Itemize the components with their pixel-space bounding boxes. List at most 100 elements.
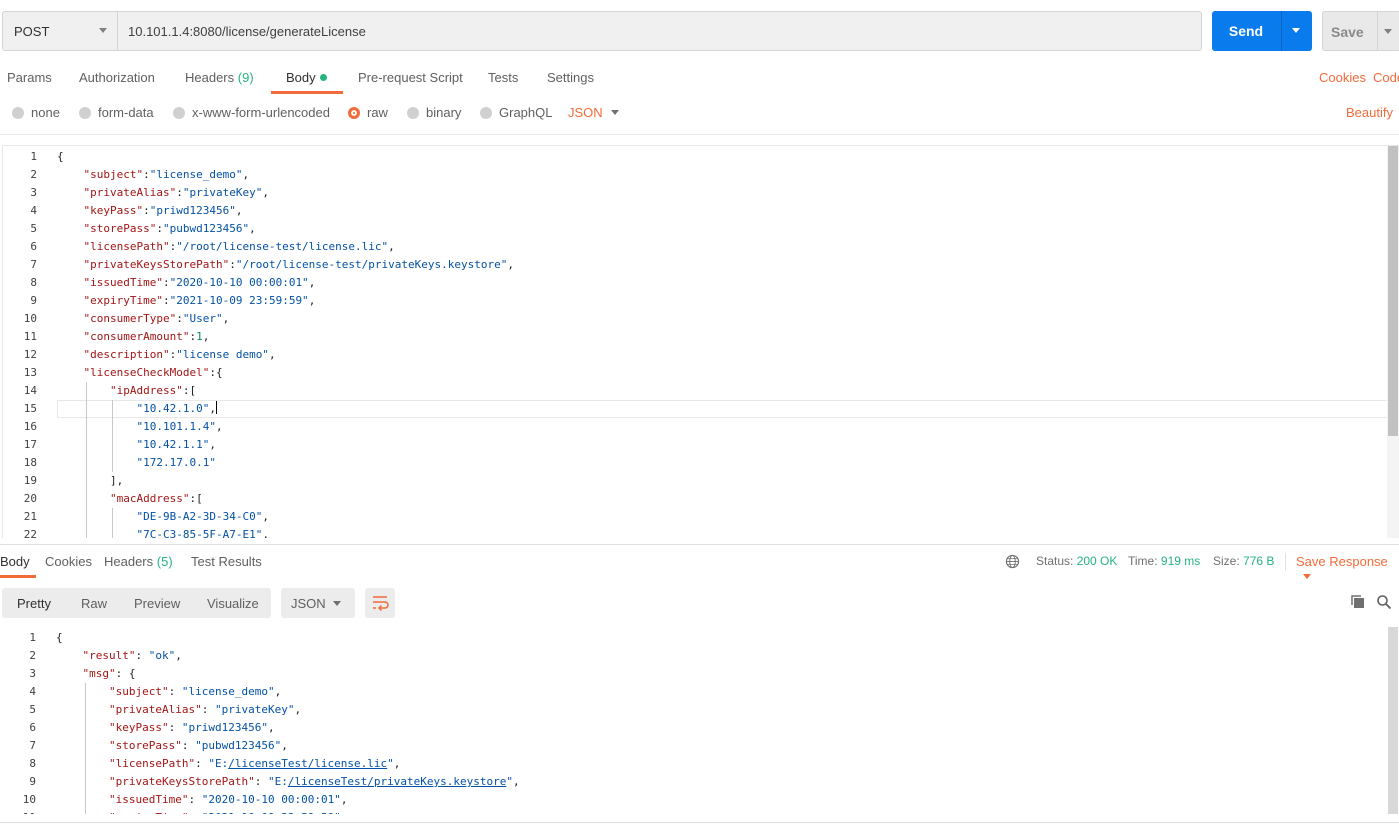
- view-visualize[interactable]: Visualize: [207, 596, 259, 611]
- response-tab-test-results[interactable]: Test Results: [191, 554, 262, 569]
- tab-headers[interactable]: Headers (9): [185, 70, 254, 85]
- code-line: 2 "subject":"license_demo",: [3, 166, 1388, 184]
- response-tab-body[interactable]: Body: [0, 554, 30, 569]
- response-tab-cookies[interactable]: Cookies: [45, 554, 92, 569]
- line-number: 10: [23, 312, 37, 325]
- indent-guide: [112, 436, 113, 454]
- copy-icon[interactable]: [1350, 594, 1366, 610]
- search-icon[interactable]: [1376, 594, 1392, 610]
- indent-guide: [85, 526, 87, 538]
- url-input[interactable]: 10.101.1.4:8080/license/generateLicense: [118, 11, 1202, 51]
- line-number: 2: [30, 168, 37, 181]
- response-format-select[interactable]: JSON: [281, 588, 355, 618]
- radio-urlencoded[interactable]: x-www-form-urlencoded: [173, 105, 330, 120]
- send-label: Send: [1228, 23, 1264, 39]
- indent-guide: [85, 454, 87, 472]
- indent-guide: [85, 490, 87, 508]
- response-view-segment: Pretty Raw Preview Visualize: [2, 588, 271, 618]
- save-options-chevron-icon[interactable]: [1384, 29, 1392, 34]
- code-line: 21 "DE-9B-A2-3D-34-C0",: [3, 508, 1388, 526]
- status-label: Status:: [1036, 554, 1074, 568]
- line-number: 19: [23, 474, 37, 487]
- radio-graphql[interactable]: GraphQL: [480, 105, 552, 120]
- line-number: 7: [29, 739, 36, 752]
- response-body-viewer[interactable]: 1{2 "result": "ok", 3 "msg": {4 "subject": "…: [2, 627, 1399, 814]
- code-line: 1{: [2, 629, 1387, 647]
- save-response-button[interactable]: Save Response: [1296, 554, 1399, 584]
- response-tabs: Body Cookies Headers (5) Test Results St…: [0, 552, 1399, 579]
- body-indicator-dot-icon: [319, 74, 327, 81]
- globe-icon[interactable]: [1005, 554, 1020, 569]
- tab-settings[interactable]: Settings: [547, 70, 594, 85]
- cookies-link[interactable]: Cookies: [1319, 70, 1366, 85]
- tab-prerequest-script[interactable]: Pre-request Script: [358, 70, 463, 85]
- code-link[interactable]: Code: [1373, 70, 1399, 85]
- indent-guide: [84, 683, 86, 701]
- code-line: 3 "privateAlias":"privateKey",: [3, 184, 1388, 202]
- save-button[interactable]: Save: [1322, 11, 1399, 51]
- code-text: "keyPass":"priwd123456",: [83, 204, 243, 217]
- line-number: 9: [29, 775, 36, 788]
- line-number: 3: [30, 186, 37, 199]
- response-editor-scrollbar[interactable]: [1387, 627, 1399, 814]
- indent-guide: [112, 526, 113, 538]
- beautify-link[interactable]: Beautify: [1346, 105, 1393, 120]
- time-readout: Time: 919 ms: [1128, 554, 1200, 568]
- radio-none[interactable]: none: [12, 105, 60, 120]
- code-text: "subject": "license_demo",: [109, 685, 282, 698]
- line-number: 10: [22, 793, 36, 806]
- code-text: "description":"license demo",: [83, 348, 276, 361]
- radio-circle-icon: [12, 107, 24, 119]
- radio-circle-icon: [173, 107, 185, 119]
- active-tab-underline: [271, 91, 343, 94]
- radio-form-data[interactable]: form-data: [79, 105, 154, 120]
- response-tab-headers[interactable]: Headers (5): [104, 554, 173, 569]
- code-text: "issuedTime":"2020-10-10 00:00:01",: [83, 276, 316, 289]
- active-tab-underline: [0, 575, 36, 578]
- save-label: Save: [1331, 24, 1364, 40]
- body-format-select[interactable]: JSON: [568, 105, 619, 120]
- pane-divider[interactable]: [0, 544, 1399, 545]
- wrap-lines-button[interactable]: [365, 588, 395, 618]
- request-editor-scrollbar[interactable]: [1387, 146, 1399, 538]
- send-button[interactable]: Send: [1212, 11, 1312, 51]
- body-format-value: JSON: [568, 105, 603, 120]
- method-select[interactable]: POST: [2, 11, 118, 51]
- view-pretty[interactable]: Pretty: [17, 596, 51, 611]
- line-number: 1: [30, 150, 37, 163]
- method-value: POST: [14, 24, 50, 39]
- tab-body[interactable]: Body: [286, 70, 327, 85]
- indent-guide: [84, 773, 86, 791]
- radio-raw[interactable]: raw: [348, 105, 388, 120]
- tab-authorization[interactable]: Authorization: [79, 70, 155, 85]
- scrollbar-thumb[interactable]: [1388, 146, 1398, 436]
- indent-guide: [112, 418, 113, 436]
- radio-binary[interactable]: binary: [407, 105, 461, 120]
- radio-none-label: none: [31, 105, 60, 120]
- line-number: 8: [30, 276, 37, 289]
- line-number: 4: [30, 204, 37, 217]
- indent-guide: [84, 701, 86, 719]
- tab-tests[interactable]: Tests: [488, 70, 518, 85]
- save-divider: [1377, 12, 1378, 50]
- send-options-chevron-icon[interactable]: [1292, 28, 1300, 33]
- indent-guide: [85, 382, 87, 400]
- view-preview[interactable]: Preview: [134, 596, 180, 611]
- code-text: "consumerType":"User",: [83, 312, 230, 325]
- code-line: 1{: [3, 148, 1388, 166]
- request-body-editor[interactable]: 1{2 "subject":"license_demo", 3 "privateAli…: [2, 145, 1399, 538]
- code-text: "ipAddress":[: [110, 384, 197, 397]
- code-text: "privateAlias": "privateKey",: [109, 703, 302, 716]
- tab-params[interactable]: Params: [7, 70, 52, 85]
- code-line: 3 "msg": {: [2, 665, 1387, 683]
- line-number: 5: [30, 222, 37, 235]
- indent-guide: [84, 809, 86, 814]
- code-line: 13 "licenseCheckModel":{: [3, 364, 1388, 382]
- code-line: 11 "expiryTime": "2021-10-09 23:59:59",: [2, 809, 1387, 814]
- code-line: 10 "consumerType":"User",: [3, 310, 1388, 328]
- indent-guide: [85, 436, 87, 454]
- indent-guide: [85, 508, 87, 526]
- status-value: 200 OK: [1076, 554, 1118, 568]
- scrollbar-thumb[interactable]: [1388, 627, 1398, 814]
- view-raw[interactable]: Raw: [81, 596, 107, 611]
